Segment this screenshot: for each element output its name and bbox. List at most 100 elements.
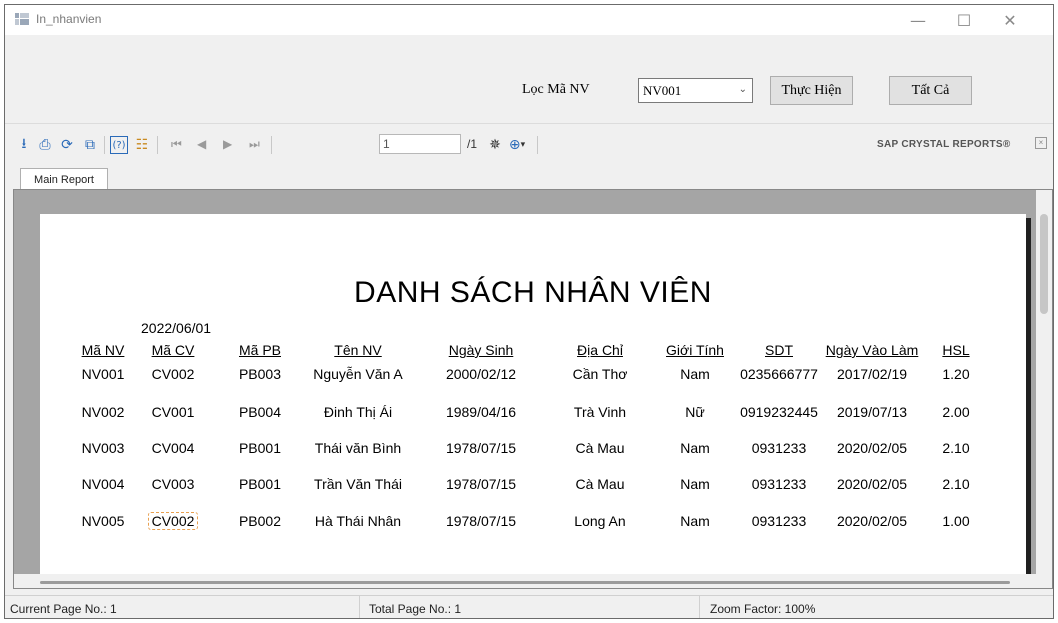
table-cell: 2.10 [896, 440, 1016, 456]
tab-main-report[interactable]: Main Report [20, 168, 108, 190]
binoculars-icon[interactable]: ✵ [486, 136, 504, 154]
table-cell: 1978/07/15 [421, 476, 541, 492]
scroll-thumb[interactable] [40, 581, 1010, 584]
toolbar-separator [157, 136, 158, 154]
table-cell-text: 2.10 [942, 440, 970, 456]
table-cell-text: PB001 [238, 476, 282, 492]
table-cell: Đinh Thị Ái [298, 404, 418, 420]
last-page-icon[interactable]: ⏭ [249, 137, 260, 152]
table-cell-text: Nam [680, 513, 710, 529]
title-bar: In_nhanvien — ☐ ✕ [5, 5, 1053, 35]
toolbar-separator [271, 136, 272, 154]
copy-icon[interactable]: ⧉ [81, 136, 99, 154]
group-tree-icon[interactable]: ☷ [133, 136, 151, 154]
table-cell-text: 0931233 [751, 440, 807, 456]
table-cell: 2000/02/12 [421, 366, 541, 382]
table-cell-text: PB004 [238, 404, 282, 420]
app-icon [15, 13, 29, 25]
table-cell-text: Cà Mau [575, 476, 625, 492]
table-cell-text: Đinh Thị Ái [323, 404, 393, 420]
table-cell-text: Thái văn Bình [314, 440, 402, 456]
table-cell: 1.20 [896, 366, 1016, 382]
employee-id-select[interactable]: NV001 ⌄ [638, 78, 753, 103]
toolbar-separator [104, 136, 105, 154]
toolbar-separator [537, 136, 538, 154]
table-cell: Thái văn Bình [298, 440, 418, 456]
zoom-status: Zoom Factor: 100% [710, 601, 816, 616]
table-cell-text: Nam [680, 476, 710, 492]
column-header: Ngày Sinh [448, 342, 514, 358]
column-header: HSL [942, 342, 970, 358]
report-window: In_nhanvien — ☐ ✕ Lọc Mã NV NV001 ⌄ Thực… [4, 4, 1054, 619]
table-cell: 2.10 [896, 476, 1016, 492]
table-cell-text: CV004 [151, 440, 195, 456]
maximize-icon[interactable]: ☐ [941, 5, 987, 35]
table-cell-text: 1978/07/15 [445, 440, 517, 456]
filter-label: Lọc Mã NV [522, 82, 590, 97]
first-page-icon[interactable]: ⏮ [171, 137, 182, 152]
table-cell-text: 1.00 [942, 513, 970, 529]
table-cell-text: 0919232445 [740, 404, 818, 420]
status-bar: Current Page No.: 1 Total Page No.: 1 Zo… [5, 595, 1053, 618]
table-cell-text: PB001 [238, 440, 282, 456]
table-cell: 1.00 [896, 513, 1016, 529]
table-cell-text: 2.10 [942, 476, 970, 492]
table-cell-text: Nam [680, 366, 710, 382]
print-icon[interactable]: ⎙ [36, 136, 54, 154]
table-cell-text: 1978/07/15 [445, 476, 517, 492]
report-toolbar: ⭳ ⎙ ⟳ ⧉ (?) ☷ ⏮ ◀ ▶ ⏭ 1 /1 ✵ ⊕ ▾ SAP CRYS… [5, 123, 1053, 166]
run-button[interactable]: Thực Hiện [770, 76, 853, 105]
table-cell-text: PB003 [238, 366, 282, 382]
help-icon[interactable]: (?) [110, 136, 128, 154]
table-cell-text: Trần Văn Thái [314, 476, 402, 492]
refresh-icon[interactable]: ⟳ [58, 136, 76, 154]
next-page-icon[interactable]: ▶ [223, 137, 232, 151]
table-cell-text: CV002 [151, 366, 195, 382]
table-cell-text: Nam [680, 440, 710, 456]
filter-bar: Lọc Mã NV NV001 ⌄ Thực Hiện Tất Cả [5, 35, 1053, 123]
report-viewer: DANH SÁCH NHÂN VIÊN 2022/06/01 Mã NV Mã C… [13, 189, 1053, 589]
column-header: Tên NV [334, 342, 382, 358]
table-cell-text: Hà Thái Nhân [314, 513, 402, 529]
table-cell: 1989/04/16 [421, 404, 541, 420]
export-icon[interactable]: ⭳ [15, 136, 33, 154]
close-icon[interactable]: ✕ [987, 5, 1033, 35]
table-cell-text: 2000/02/12 [445, 366, 517, 382]
horizontal-scrollbar[interactable] [14, 574, 1036, 588]
table-cell-text: CV002 [147, 512, 199, 530]
table-cell-text: 1.20 [942, 366, 970, 382]
table-cell-text: Long An [574, 513, 626, 529]
table-cell-text: PB002 [238, 513, 282, 529]
page-number-input[interactable]: 1 [379, 134, 461, 154]
select-value: NV001 [643, 83, 682, 98]
table-cell-text: 2.00 [942, 404, 970, 420]
table-cell-text: 1989/04/16 [445, 404, 517, 420]
table-cell-text: Nguyễn Văn A [313, 366, 403, 382]
table-cell-text: Cần Thơ [572, 366, 628, 382]
zoom-icon[interactable]: ⊕ ▾ [508, 136, 526, 154]
show-all-button[interactable]: Tất Cả [889, 76, 972, 105]
table-cell: 2.00 [896, 404, 1016, 420]
window-title: In_nhanvien [36, 12, 102, 26]
table-cell: Trần Văn Thái [298, 476, 418, 492]
table-cell-text: 0235666777 [740, 366, 818, 382]
current-page-status: Current Page No.: 1 [5, 596, 360, 618]
table-cell-text: Nữ [685, 404, 705, 420]
close-icon[interactable]: × [1035, 137, 1047, 149]
total-page-status: Total Page No.: 1 [360, 596, 700, 618]
page-total: /1 [467, 137, 478, 151]
report-date: 2022/06/01 [141, 320, 212, 336]
table-cell-text: 1978/07/15 [445, 513, 517, 529]
table-cell-text: CV001 [151, 404, 195, 420]
table-cell: Nguyễn Văn A [298, 366, 418, 382]
previous-page-icon[interactable]: ◀ [197, 137, 206, 151]
table-cell-text: Trà Vinh [573, 404, 627, 420]
report-page: DANH SÁCH NHÂN VIÊN 2022/06/01 Mã NV Mã C… [40, 214, 1026, 588]
table-cell: 1978/07/15 [421, 513, 541, 529]
table-cell-text: 0931233 [751, 513, 807, 529]
scroll-thumb[interactable] [1040, 214, 1048, 314]
vertical-scrollbar[interactable] [1036, 190, 1052, 588]
table-cell: 1978/07/15 [421, 440, 541, 456]
table-cell-text: CV003 [151, 476, 195, 492]
minimize-icon[interactable]: — [895, 5, 941, 35]
